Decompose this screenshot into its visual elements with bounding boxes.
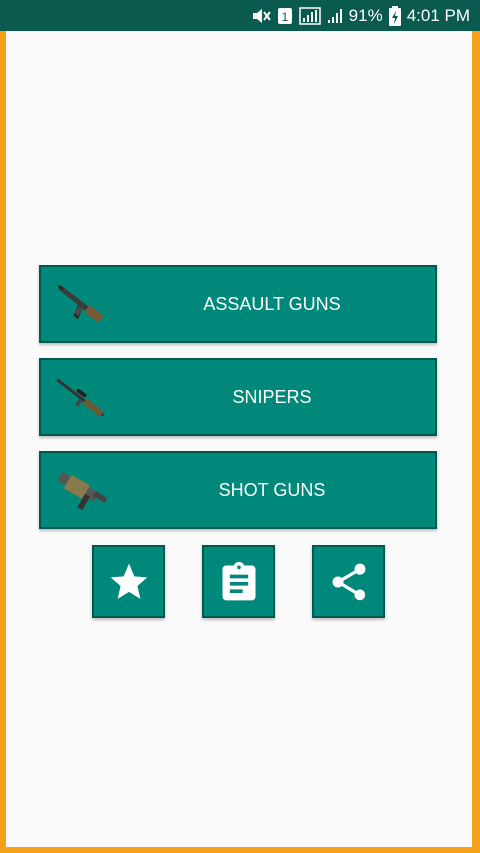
sim-icon: 1 (277, 7, 293, 25)
clock: 4:01 PM (406, 5, 470, 25)
app-screen: ASSAULT GUNS SNIPERS SHOT GUNS (6, 31, 472, 847)
clipboard-icon (222, 561, 255, 600)
signal-icon-2 (327, 7, 343, 25)
assault-rifle-icon (57, 284, 104, 323)
shot-guns-button[interactable]: SHOT GUNS (39, 451, 437, 529)
rate-button[interactable] (92, 545, 165, 618)
status-bar: 1 91% 4:01 PM (0, 0, 480, 31)
clipboard-button[interactable] (202, 545, 275, 618)
assault-guns-button[interactable]: ASSAULT GUNS (39, 265, 437, 343)
star-icon (110, 563, 147, 599)
mute-icon (251, 7, 271, 25)
snipers-label: SNIPERS (232, 386, 312, 407)
snipers-button[interactable]: SNIPERS (39, 358, 437, 436)
share-button[interactable] (312, 545, 385, 618)
signal-icon (298, 6, 321, 25)
sim-badge: 1 (281, 10, 288, 24)
share-icon (332, 563, 365, 600)
shot-guns-label: SHOT GUNS (218, 479, 326, 500)
battery-icon (388, 5, 401, 26)
shotgun-icon (57, 471, 108, 511)
assault-guns-label: ASSAULT GUNS (203, 293, 341, 314)
battery-percent: 91% (348, 5, 383, 25)
sniper-rifle-icon (56, 378, 105, 417)
